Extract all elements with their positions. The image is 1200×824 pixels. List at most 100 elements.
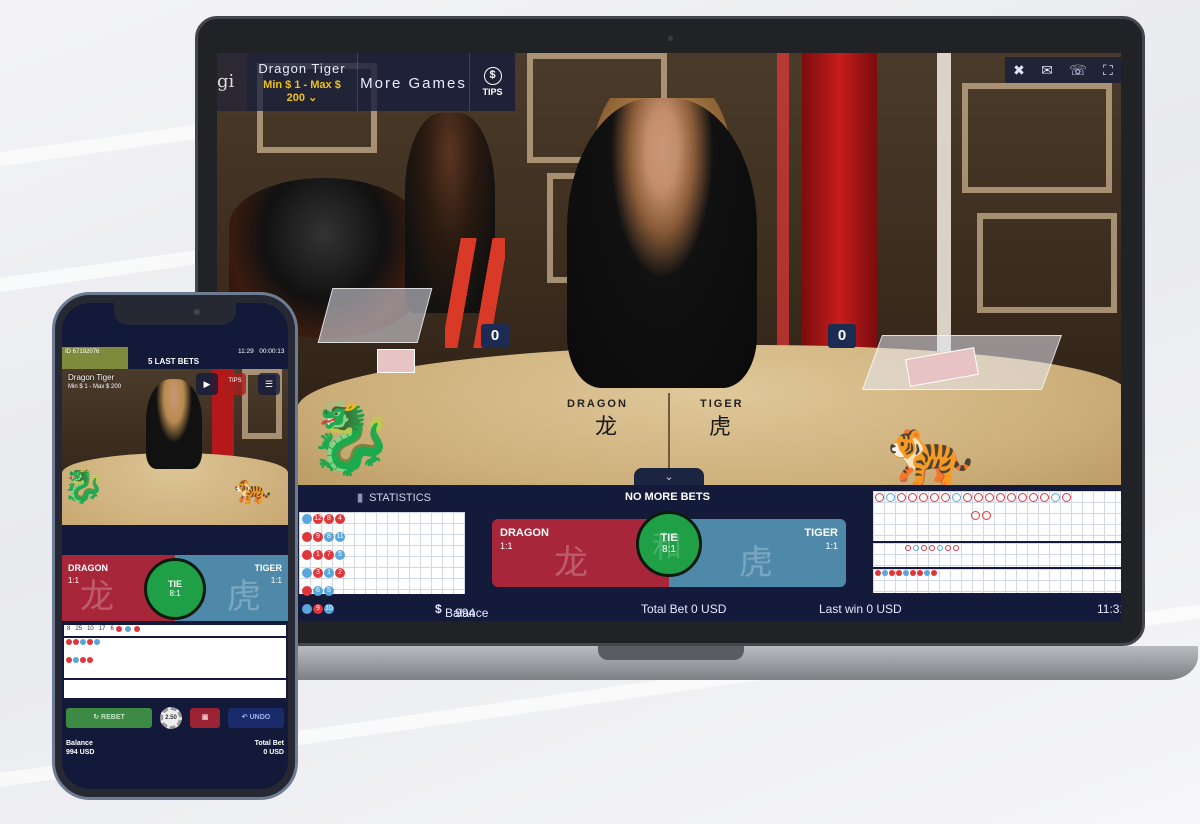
phone-header: ID 67192076 5 LAST BETS 11:29 00:00:13 <box>62 347 288 369</box>
status-bar: $ Balance 994 USD Total Bet 0 USD Last w… <box>217 598 1121 621</box>
tiger-bet-label: TIGER <box>804 527 838 539</box>
dollar-icon: $ <box>435 602 442 616</box>
top-bar: gi Dragon Tiger Min $ 1 - Max $ 200 ⌄ Mo… <box>217 53 515 111</box>
phone-balance-label: Balance <box>66 740 93 747</box>
bead-road <box>873 491 1121 541</box>
tie-bet-char: 和 <box>652 530 682 565</box>
last-bets-tab[interactable]: 5 LAST BETS <box>148 357 199 366</box>
sound-muted-icon[interactable]: ✖ <box>1013 62 1025 79</box>
phone-dragon-odds: 1:1 <box>68 576 80 585</box>
road-mark <box>963 493 972 502</box>
dragon-bet-char: 龙 <box>554 543 588 583</box>
tiger-bet-char: 虎 <box>739 543 773 583</box>
road-mark <box>953 545 959 551</box>
road-mark <box>974 493 983 502</box>
fullscreen-icon[interactable]: ⛶ <box>1103 62 1113 79</box>
game-name: Dragon Tiger <box>258 61 346 76</box>
stat-cell <box>302 550 312 560</box>
clear-bets-button[interactable]: ▣ <box>190 708 220 728</box>
result-number: 10 <box>87 626 94 632</box>
stat-cell: 3 <box>313 568 323 578</box>
stat-cell: 8 <box>324 532 334 542</box>
dragon-emblem-icon: 🐉 <box>62 467 105 505</box>
round-id: ID 67192076 <box>62 347 128 369</box>
video-camera-icon[interactable]: ▶ <box>196 373 218 395</box>
tips-button[interactable]: $ TIPS <box>469 53 515 111</box>
phone-total-bet: Total Bet 0 USD <box>255 739 284 757</box>
result-number: 25 <box>75 626 83 632</box>
road-mark <box>924 570 930 576</box>
small-road <box>873 569 1121 593</box>
road-mark <box>919 493 928 502</box>
road-mark <box>116 626 123 632</box>
dollar-icon: $ <box>483 67 502 85</box>
table-tiger-char: 虎 <box>709 415 732 440</box>
phone-small-road <box>64 680 286 698</box>
stat-cell <box>302 586 312 596</box>
dragon-bet-odds: 1:1 <box>500 541 513 551</box>
chat-icon[interactable]: ✉ <box>1041 62 1053 79</box>
refresh-icon: ↻ <box>93 714 100 721</box>
tiger-emblem-icon: 🐅 <box>887 411 975 489</box>
phone-total-bet-label: Total Bet <box>254 740 284 747</box>
phone-tie-label: TIE <box>167 579 182 589</box>
undo-icon: ↶ <box>241 714 248 721</box>
stat-cell: 4 <box>335 514 345 524</box>
total-bet: Total Bet 0 USD <box>641 602 727 616</box>
road-mark <box>941 493 950 502</box>
road-mark <box>133 626 140 632</box>
phone-tips-button[interactable]: TIPS <box>224 373 246 395</box>
statistics-header[interactable]: ▮ STATISTICS <box>357 491 431 504</box>
road-mark <box>886 493 895 502</box>
card-stack-left <box>377 349 415 373</box>
phone-dealer <box>146 379 202 469</box>
headset-icon[interactable]: ☏ <box>1069 62 1087 79</box>
lattice-wall <box>977 213 1117 313</box>
laptop-screen: 0 0 DRAGON 龙 TIGER 虎 🐉 🐅 ⌄ gi Dragon Tig… <box>217 53 1121 621</box>
road-mark <box>921 545 927 551</box>
phone-notch <box>114 303 236 325</box>
dealer <box>567 98 757 388</box>
road-mark <box>910 570 916 576</box>
more-games-button[interactable]: More Games <box>357 53 469 111</box>
road-mark <box>125 626 132 632</box>
stat-cell: 2 <box>335 568 345 578</box>
phone-video-stream: Dragon Tiger Min $ 1 - Max $ 200 ▶ TIPS … <box>62 369 288 525</box>
dragon-card-count: 0 <box>481 324 509 348</box>
rebet-button[interactable]: ↻ REBET <box>66 708 152 728</box>
road-mark <box>73 639 79 645</box>
stat-cell: 11 <box>335 532 345 542</box>
phone-tie-bet-spot[interactable]: TIE 8:1 <box>144 558 206 620</box>
result-number: 17 <box>98 626 106 632</box>
stat-cell <box>302 532 312 542</box>
road-mark <box>87 657 93 663</box>
phone-screen: ID 67192076 5 LAST BETS 11:29 00:00:13 D… <box>62 303 288 789</box>
card-shoe-left <box>317 288 433 343</box>
road-mark <box>1007 493 1016 502</box>
road-mark <box>1062 493 1071 502</box>
tiger-card-count: 0 <box>828 324 856 348</box>
road-mark <box>882 570 888 576</box>
stat-cell: 9 <box>313 532 323 542</box>
chip-selector[interactable]: 2.50 <box>160 707 182 729</box>
road-mark <box>80 657 86 663</box>
light-column <box>937 53 951 353</box>
tie-bet-spot[interactable]: 和 TIE 8:1 <box>636 511 702 577</box>
road-mark <box>913 545 919 551</box>
laptop-notch <box>598 646 744 660</box>
menu-icon[interactable]: ☰ <box>258 373 280 395</box>
stat-cell <box>302 514 312 524</box>
phone-clock: 11:29 00:00:13 <box>238 348 285 355</box>
phone-game-name[interactable]: Dragon Tiger <box>68 373 114 382</box>
stats-row: 12 8 4 <box>301 514 463 532</box>
game-selector[interactable]: Dragon Tiger Min $ 1 - Max $ 200 ⌄ <box>247 53 357 111</box>
dragon-emblem-icon: 🐉 <box>307 399 395 477</box>
result-number: 8 <box>67 626 71 632</box>
road-mark <box>66 657 72 663</box>
undo-button[interactable]: ↶ UNDO <box>228 708 284 728</box>
collapse-panel-button[interactable]: ⌄ <box>634 468 704 486</box>
phone-balance-value: 994 USD <box>66 749 95 756</box>
stat-cell: 12 <box>313 514 323 524</box>
trash-icon: ▣ <box>201 714 209 721</box>
lattice-wall <box>962 83 1112 193</box>
